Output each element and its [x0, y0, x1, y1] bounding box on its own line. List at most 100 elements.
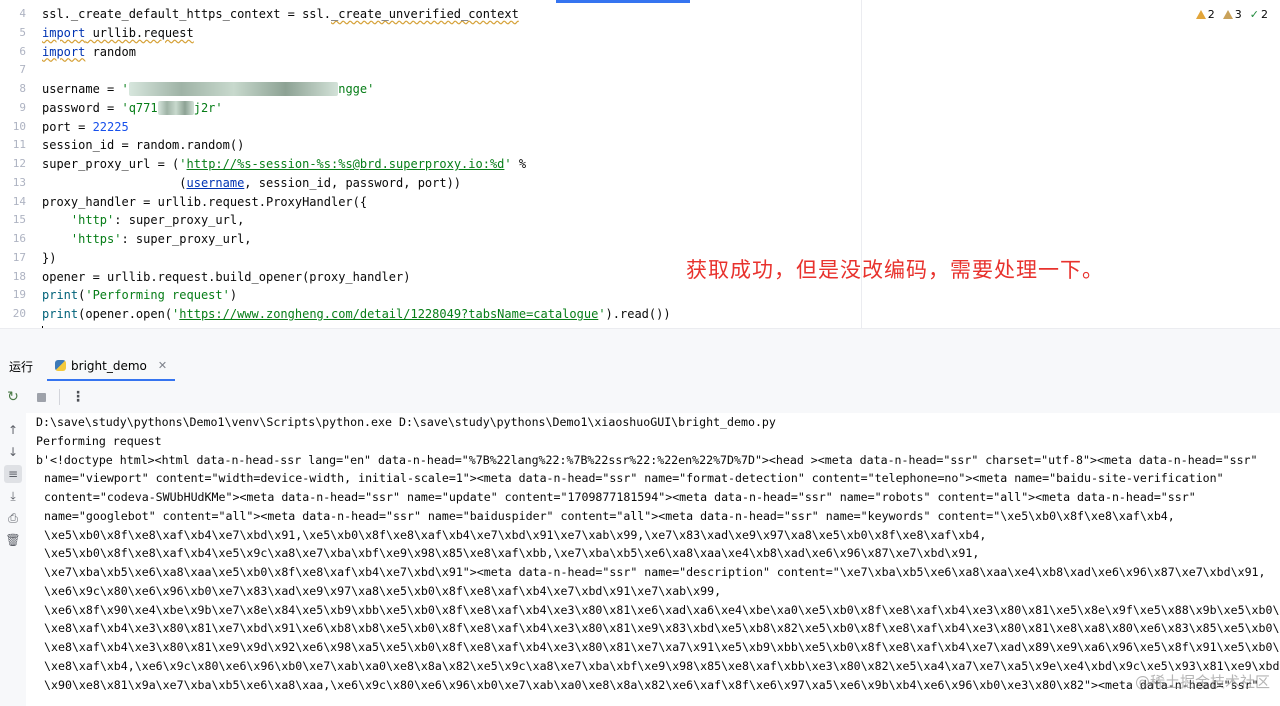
code-text: opener = urllib.request.build_opener(pro…	[42, 269, 411, 284]
warnings-indicator[interactable]: 2	[1195, 8, 1215, 21]
line-number: 20	[12, 307, 26, 320]
code-text: username =	[42, 82, 122, 96]
line-number: 9	[19, 100, 26, 114]
console-line: \xe6\x9c\x80\xe6\x96\xb0\xe7\x83\xad\xe9…	[44, 583, 722, 598]
number-literal: 22225	[92, 119, 129, 134]
code-line-6[interactable]: import random	[42, 43, 1280, 62]
code-line-13[interactable]: (username, session_id, password, port))	[42, 174, 1280, 193]
code-line-4[interactable]: ssl._create_default_https_context = ssl.…	[42, 5, 1280, 24]
code-line-14[interactable]: proxy_handler = urllib.request.ProxyHand…	[42, 193, 1280, 212]
console-line: \xe7\xba\xb5\xe6\xa8\xaa\xe5\xb0\x8f\xe8…	[44, 565, 1266, 579]
redacted-text: xxxxxxxxxxxxxxxxxxxxxxxxxxxxx	[128, 82, 339, 96]
clear-all-button[interactable]: 🗑	[4, 531, 22, 549]
stop-icon	[36, 392, 46, 402]
code-line-11[interactable]: session_id = random.random()	[42, 136, 1280, 155]
console-line: \xe8\xaf\xb4\xe3\x80\x81\xe9\x9d\x92\xe6…	[44, 640, 1280, 654]
toolbar-separator	[59, 389, 60, 405]
run-tool-window-header: 运行 bright_demo ✕	[0, 352, 1280, 381]
console-line: Performing request	[36, 433, 162, 448]
stop-button[interactable]	[31, 387, 51, 407]
code-line-5[interactable]: import urllib.request	[42, 24, 1280, 43]
code-text: : super_proxy_url,	[121, 232, 252, 246]
url-link[interactable]: https://www.zongheng.com/detail/1228049?…	[179, 307, 598, 321]
code-line-9[interactable]: password = 'q771xxxxxj2r'	[42, 99, 1280, 118]
check-icon: ✓	[1249, 8, 1259, 21]
builtin-function: print	[42, 288, 79, 303]
line-number: 18	[12, 269, 26, 283]
run-tab-label: bright_demo	[71, 358, 147, 373]
string-literal: '	[121, 82, 129, 96]
run-tab-bright-demo[interactable]: bright_demo ✕	[47, 352, 176, 381]
weak-warning-icon	[1222, 10, 1233, 19]
annotation-text: 获取成功，但是没改编码，需要处理一下。	[686, 258, 1104, 282]
weak-warnings-count: 3	[1234, 8, 1242, 21]
redacted-text: xxxxx	[157, 100, 194, 115]
code-line-7[interactable]	[42, 61, 1280, 80]
typos-indicator[interactable]: ✓ 2	[1250, 8, 1268, 21]
console-output[interactable]: D:\save\study\pythons\Demo1\venv\Scripts…	[26, 413, 1280, 698]
code-text: %	[511, 157, 527, 171]
string-literal: 'https'	[70, 232, 122, 246]
line-number: 12	[12, 157, 26, 170]
scroll-to-end-button[interactable]: ⤓	[4, 487, 22, 505]
console-line: \xe5\xb0\x8f\xe8\xaf\xb4\xe7\xbd\x91,\xe…	[44, 527, 987, 542]
soft-wrap-button[interactable]: ≡	[4, 465, 22, 483]
code-text: )	[229, 288, 238, 303]
console-line: \xe8\xaf\xb4,\xe6\x9c\x80\xe6\x96\xb0\xe…	[44, 658, 1280, 673]
console-line: content="codeva-SWUbHUdKMe"><meta data-n…	[44, 490, 1196, 504]
weak-warnings-indicator[interactable]: 3	[1222, 8, 1242, 21]
inspection-widget[interactable]: 2 3 ✓ 2	[1195, 8, 1268, 21]
run-toolbar: ↻ ⋮	[0, 381, 1280, 413]
rerun-button[interactable]: ↻	[3, 387, 23, 407]
code-text: random	[85, 44, 136, 59]
soft-wrap-icon: ≡	[7, 467, 19, 481]
code-line-15[interactable]: 'http': super_proxy_url,	[42, 211, 1280, 230]
line-number: 16	[12, 232, 26, 245]
line-number: 19	[12, 288, 26, 302]
print-button[interactable]: ⎙	[4, 509, 22, 527]
code-text: urllib.request	[85, 25, 194, 40]
code-text: ).read())	[605, 307, 671, 321]
code-line-20[interactable]: print(opener.open('https://www.zongheng.…	[42, 305, 1280, 324]
string-literal: '	[179, 157, 187, 171]
line-number: 17	[12, 250, 26, 264]
code-editor[interactable]: 4 5 6 7 8 9 10 11 12 13 14 15 16 17 18 1…	[0, 0, 1280, 341]
code-text: : super_proxy_url,	[114, 213, 245, 228]
code-text: ssl._create_default_https_context = ssl.	[42, 7, 331, 21]
console-line: D:\save\study\pythons\Demo1\venv\Scripts…	[36, 415, 776, 429]
builtin-function: print	[42, 307, 79, 321]
typos-count: 2	[1261, 8, 1268, 21]
watermark: @稀土掘金技术社区	[1134, 673, 1270, 691]
scroll-up-button[interactable]: ↑	[4, 421, 22, 439]
code-area[interactable]: ssl._create_default_https_context = ssl.…	[42, 5, 1280, 343]
parameter-reference: username	[186, 175, 245, 190]
code-line-8[interactable]: username = 'xxxxxxxxxxxxxxxxxxxxxxxxxxxx…	[42, 80, 1280, 99]
python-file-icon	[55, 360, 67, 371]
more-options-button[interactable]: ⋮	[68, 387, 88, 407]
code-text: _create_unverified_context	[330, 7, 519, 21]
trash-icon: 🗑	[5, 533, 21, 547]
code-line-10[interactable]: port = 22225	[42, 118, 1280, 137]
code-text: (	[42, 175, 187, 190]
code-line-16[interactable]: 'https': super_proxy_url,	[42, 230, 1280, 249]
scroll-to-end-icon: ⤓	[10, 488, 16, 503]
console-line: name="googlebot" content="all"><meta dat…	[44, 508, 1175, 523]
line-number: 7	[19, 63, 26, 77]
code-line-12[interactable]: super_proxy_url = ('http://%s-session-%s…	[42, 155, 1280, 174]
keyword: import	[42, 25, 86, 40]
code-text: password =	[42, 100, 122, 115]
url-link[interactable]: http://%s-session-%s:%s@brd.superproxy.i…	[187, 157, 505, 171]
string-literal: '	[504, 157, 512, 171]
console-line: name="viewport" content="width=device-wi…	[44, 471, 1224, 486]
scroll-down-button[interactable]: ↓	[4, 443, 22, 461]
panel-splitter[interactable]	[0, 328, 1280, 353]
string-literal: ngge'	[338, 82, 375, 96]
string-literal: 'http'	[70, 213, 115, 228]
editor-scroll-indicator[interactable]	[556, 0, 690, 3]
code-line-19[interactable]: print('Performing request')	[42, 286, 1280, 305]
close-icon[interactable]: ✕	[158, 359, 167, 372]
code-text: (opener.open(	[78, 307, 173, 321]
line-number-gutter[interactable]: 4 5 6 7 8 9 10 11 12 13 14 15 16 17 18 1…	[0, 5, 30, 324]
